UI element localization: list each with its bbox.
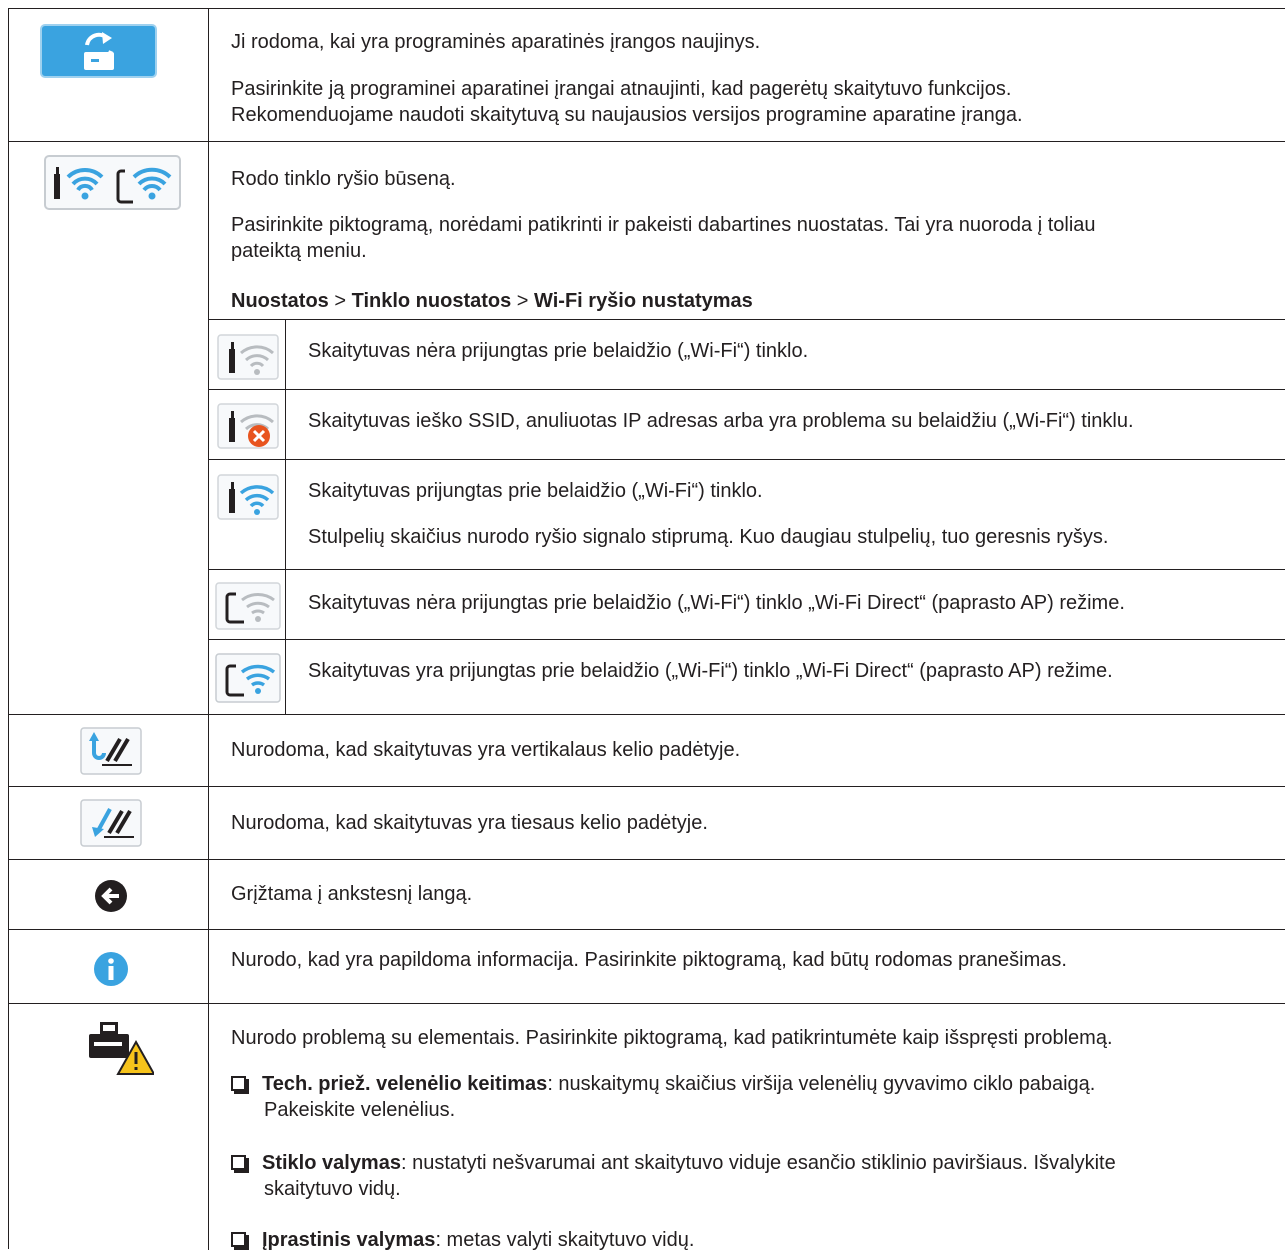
icon-cell [9,860,209,929]
wifi-direct-disconnected-text: Skaitytuvas nėra prijungtas prie belaidž… [308,592,1125,614]
icon-cell [9,1004,209,1250]
item-desc: : nuskaitymų skaičius viršija velenėlių … [547,1073,1096,1095]
back-arrow-icon [95,880,127,912]
row-straight-path: Nurodoma, kad skaitytuvas yra tiesaus ke… [9,787,1285,860]
wifi-error-text: Skaitytuvas ieško SSID, anuliuotas IP ad… [308,410,1134,432]
straight-path-icon [80,799,142,847]
menu-path-network-settings: Tinklo nuostatos [351,290,512,312]
subrow-wifi-disconnected: Skaitytuvas nėra prijungtas prie belaidž… [209,319,1285,389]
wifi-connected-text: Skaitytuvas prijungtas prie belaidžio („… [308,480,763,502]
info-icon [94,952,128,986]
subrow-wifi-direct-connected: Skaitytuvas yra prijungtas prie belaidži… [209,639,1285,714]
item-desc: : metas valyti skaitytuvo vidų. [435,1229,695,1251]
maintenance-text: Nurodo problemą su elementais. Pasirinki… [231,1027,1113,1049]
subrow-wifi-error: Skaitytuvas ieško SSID, anuliuotas IP ad… [209,389,1285,459]
menu-path-separator: > [511,290,535,312]
wifi-disconnected-icon [217,334,279,380]
item-desc: : nustatyti nešvarumai ant skaitytuvo vi… [400,1152,1116,1174]
upright-path-icon [80,727,142,775]
wifi-error-icon [217,403,279,449]
network-line-2: Pasirinkite piktogramą, norėdami patikri… [231,214,1096,236]
menu-path-separator: > [328,290,352,312]
row-network-status: Rodo tinklo ryšio būseną. Pasirinkite pi… [9,142,1285,715]
list-item-roller-replacement: Tech. priež. velenėlio keitimas: nuskait… [231,1071,1272,1123]
row-upright-path: Nurodoma, kad skaitytuvas yra vertikalau… [9,715,1285,787]
item-desc-2: skaitytuvo vidų. [264,1178,401,1200]
item-term: Tech. priež. velenėlio keitimas [262,1073,548,1095]
menu-path: Nuostatos > Tinklo nuostatos > Wi-Fi ryš… [231,288,1272,314]
wifi-connected-icon [217,474,279,520]
network-line-3: pateiktą meniu. [231,240,367,262]
icon-cell [9,787,209,859]
straight-path-text: Nurodoma, kad skaitytuvas yra tiesaus ke… [231,812,708,834]
wifi-direct-connected-icon [215,653,281,703]
icon-cell [9,9,209,141]
firmware-line-1: Ji rodoma, kai yra programinės aparatinė… [231,31,761,53]
subrow-wifi-connected: Skaitytuvas prijungtas prie belaidžio („… [209,459,1285,569]
scanner-warning-icon [89,1022,154,1075]
row-firmware-update: Ji rodoma, kai yra programinės aparatinė… [9,9,1285,142]
row-back: Grįžtama į ankstesnį langą. [9,860,1285,930]
firmware-line-3: Rekomenduojame naudoti skaitytuvą su nau… [231,104,1023,126]
firmware-line-2: Pasirinkite ją programinei aparatinei įr… [231,78,1012,100]
icon-cell [9,930,209,1003]
item-term: Stiklo valymas [262,1152,401,1174]
icon-reference-table: Ji rodoma, kai yra programinės aparatinė… [8,8,1285,1253]
menu-path-wifi-setup: Wi-Fi ryšio nustatymas [534,290,753,312]
back-text: Grįžtama į ankstesnį langą. [231,883,473,905]
upright-path-text: Nurodoma, kad skaitytuvas yra vertikalau… [231,739,741,761]
list-item-glass-cleaning: Stiklo valymas: nustatyti nešvarumai ant… [231,1150,1272,1202]
wifi-connected-text-2: Stulpelių skaičius nurodo ryšio signalo … [308,526,1109,548]
icon-cell [9,715,209,786]
table-grid: Ji rodoma, kai yra programinės aparatinė… [8,8,1285,1253]
checkbox-bullet-icon [231,1155,249,1173]
row-info: Nurodo, kad yra papildoma informacija. P… [9,930,1285,1004]
item-term: Įprastinis valymas [262,1229,436,1251]
wifi-direct-connected-text: Skaitytuvas yra prijungtas prie belaidži… [308,660,1113,682]
checkbox-bullet-icon [231,1076,249,1094]
icon-cell [9,142,209,714]
menu-path-settings: Nuostatos [231,290,329,312]
network-status-icon [44,155,181,210]
subrow-wifi-direct-disconnected: Skaitytuvas nėra prijungtas prie belaidž… [209,569,1285,639]
item-desc-2: Pakeiskite velenėlius. [264,1099,456,1121]
wifi-direct-disconnected-icon [215,582,281,630]
wifi-disconnected-text: Skaitytuvas nėra prijungtas prie belaidž… [308,340,809,362]
info-text: Nurodo, kad yra papildoma informacija. P… [231,949,1067,971]
checkbox-bullet-icon [231,1232,249,1250]
network-line-1: Rodo tinklo ryšio būseną. [231,168,456,190]
list-item-regular-cleaning: Įprastinis valymas: metas valyti skaityt… [231,1227,1272,1253]
row-maintenance: Nurodo problemą su elementais. Pasirinki… [9,1004,1285,1253]
firmware-update-icon [40,24,157,78]
